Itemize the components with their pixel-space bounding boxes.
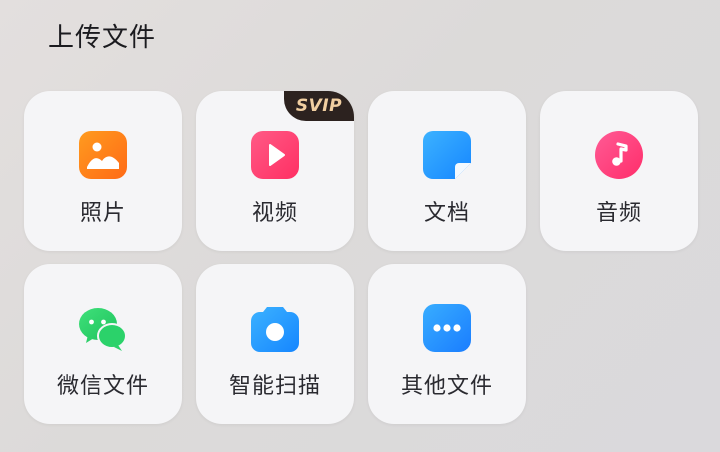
tile-label-smart-scan: 智能扫描 [228,374,321,399]
page-title: 上传文件 [48,23,157,53]
wechat-icon [78,303,128,353]
upload-wechat-files-button[interactable]: 微信文件 [24,264,182,424]
tile-label-wechat-files: 微信文件 [56,374,149,399]
camera-icon [250,303,300,353]
upload-photos-button[interactable]: 照片 [24,91,182,251]
tile-label-photos: 照片 [79,201,126,226]
upload-audio-button[interactable]: 音频 [540,91,698,251]
tile-label-documents: 文档 [423,201,470,226]
upload-other-files-button[interactable]: 其他文件 [368,264,526,424]
document-icon [422,130,472,180]
more-icon [422,303,472,353]
music-icon [594,130,644,180]
tile-label-audio: 音频 [595,201,642,226]
tile-label-video: 视频 [251,201,298,226]
tile-label-other-files: 其他文件 [400,374,493,399]
photo-icon [78,130,128,180]
smart-scan-button[interactable]: 智能扫描 [196,264,354,424]
svip-badge: SVIP [284,91,354,121]
upload-documents-button[interactable]: 文档 [368,91,526,251]
upload-video-button[interactable]: 视频 SVIP [196,91,354,251]
video-icon [250,130,300,180]
